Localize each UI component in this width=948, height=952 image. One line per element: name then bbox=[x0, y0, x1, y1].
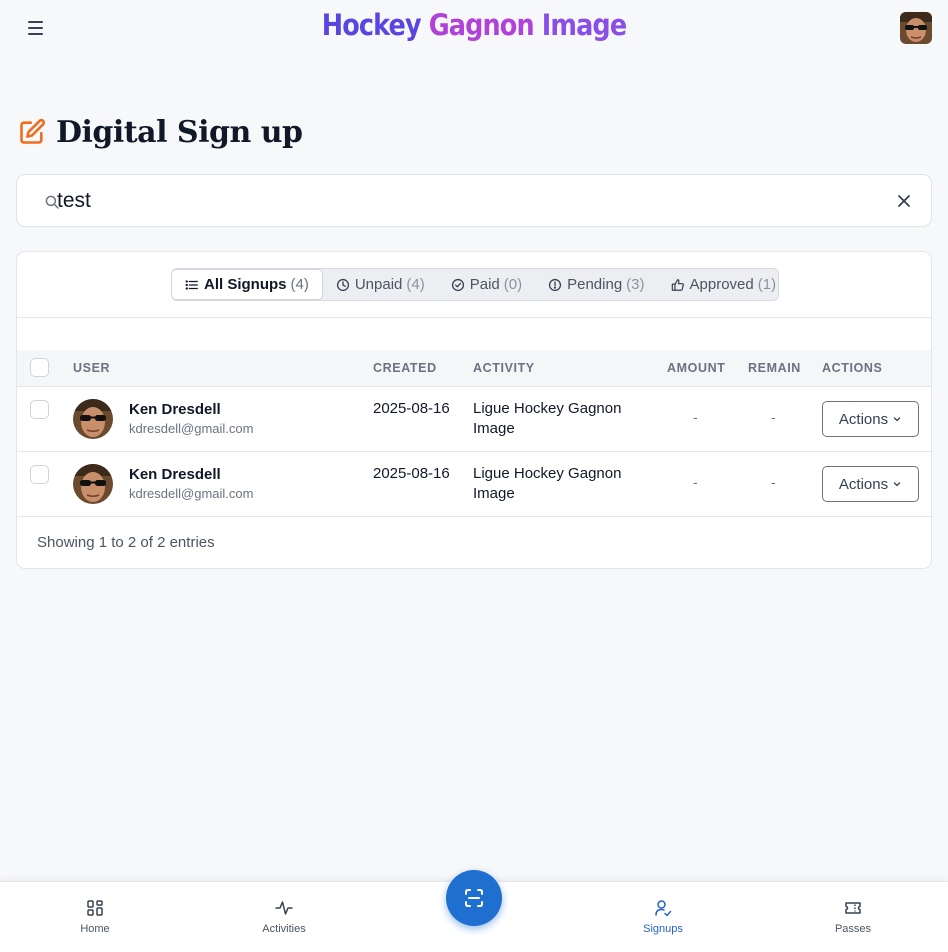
divider bbox=[17, 317, 931, 318]
clear-search-icon[interactable] bbox=[896, 193, 912, 209]
user-check-icon bbox=[655, 900, 672, 917]
nav-label: Activities bbox=[262, 923, 306, 935]
tab-label: Unpaid bbox=[354, 276, 403, 293]
actions-button-label: Actions bbox=[838, 475, 889, 493]
column-header-actions: ACTIONS bbox=[822, 361, 883, 375]
column-header-activity: ACTIVITY bbox=[473, 361, 535, 375]
tab-label: Pending bbox=[567, 276, 623, 293]
nav-label: Passes bbox=[834, 923, 872, 935]
tab-count: (0) bbox=[503, 276, 523, 293]
chevron-down-icon bbox=[893, 417, 901, 422]
column-header-amount: AMOUNT bbox=[667, 361, 726, 375]
chevron-down-icon bbox=[893, 482, 901, 487]
scan-icon bbox=[465, 889, 483, 907]
tab-all-signups[interactable]: All Signups (4) bbox=[171, 269, 323, 300]
tab-count: (1) bbox=[757, 276, 777, 293]
table-row: Ken Dresdell kdresdell@gmail.com 2025-08… bbox=[17, 387, 931, 452]
app-title[interactable]: Hockey Gagnon Image bbox=[57, 8, 891, 42]
hamburger-menu-icon[interactable] bbox=[24, 18, 48, 38]
created-date: 2025-08-16 bbox=[373, 400, 450, 417]
tab-label: Paid bbox=[469, 276, 500, 293]
check-circle-icon bbox=[451, 278, 464, 291]
clock-icon bbox=[336, 278, 349, 291]
user-email: kdresdell@gmail.com bbox=[129, 486, 254, 501]
ticket-icon bbox=[845, 902, 861, 914]
activity-name: Ligue Hockey Gagnon Image bbox=[473, 465, 622, 502]
amount-value: - bbox=[693, 474, 698, 490]
tab-unpaid[interactable]: Unpaid (4) bbox=[323, 269, 438, 300]
tab-label: All Signups bbox=[204, 276, 287, 293]
actions-button-label: Actions bbox=[838, 410, 889, 428]
row-checkbox[interactable] bbox=[30, 465, 49, 484]
page-title: Digital Sign up bbox=[56, 114, 303, 150]
app-title-part-2: Gagnon bbox=[428, 8, 542, 42]
tab-paid[interactable]: Paid (0) bbox=[438, 269, 535, 300]
tab-count: (4) bbox=[406, 276, 425, 293]
signups-card: All Signups (4) Unpaid (4) Paid (0) Pending… bbox=[16, 251, 932, 569]
column-header-user: USER bbox=[73, 361, 111, 375]
avatar bbox=[73, 464, 113, 504]
tab-pending[interactable]: Pending (3) bbox=[535, 269, 657, 300]
nav-home[interactable]: Home bbox=[55, 898, 135, 935]
column-header-created: CREATED bbox=[373, 361, 437, 375]
tab-count: (4) bbox=[290, 276, 309, 293]
created-date: 2025-08-16 bbox=[373, 465, 450, 482]
row-checkbox[interactable] bbox=[30, 400, 49, 419]
app-title-part-3: Image bbox=[541, 8, 627, 42]
nav-label: Home bbox=[80, 923, 110, 935]
top-bar: Hockey Gagnon Image bbox=[0, 0, 948, 56]
tab-label: Approved bbox=[689, 276, 754, 293]
dashboard-icon bbox=[87, 900, 103, 916]
table-header: USER CREATED ACTIVITY AMOUNT REMAIN ACTI… bbox=[17, 350, 931, 387]
activity-pulse-icon bbox=[275, 901, 293, 915]
app-title-part-1: Hockey bbox=[321, 8, 429, 42]
remain-value: - bbox=[771, 409, 776, 425]
edit-icon bbox=[20, 118, 46, 144]
search-box bbox=[16, 174, 932, 227]
avatar bbox=[73, 399, 113, 439]
actions-dropdown-button[interactable]: Actions bbox=[822, 466, 919, 502]
alert-circle-icon bbox=[549, 278, 562, 291]
user-email: kdresdell@gmail.com bbox=[129, 421, 254, 436]
nav-signups[interactable]: Signups bbox=[623, 898, 703, 935]
scan-button[interactable] bbox=[446, 870, 502, 926]
tab-approved[interactable]: Approved (1) bbox=[658, 269, 790, 300]
thumbs-up-icon bbox=[671, 278, 684, 291]
page-heading: Digital Sign up bbox=[18, 112, 303, 152]
user-name: Ken Dresdell bbox=[129, 466, 221, 483]
nav-activities[interactable]: Activities bbox=[244, 898, 324, 935]
pagination-info: Showing 1 to 2 of 2 entries bbox=[37, 534, 215, 551]
table-row: Ken Dresdell kdresdell@gmail.com 2025-08… bbox=[17, 452, 931, 517]
column-header-remain: REMAIN bbox=[748, 361, 801, 375]
tab-count: (3) bbox=[626, 276, 645, 293]
activity-name: Ligue Hockey Gagnon Image bbox=[473, 400, 622, 437]
user-avatar[interactable] bbox=[900, 12, 932, 44]
user-name: Ken Dresdell bbox=[129, 401, 221, 418]
nav-passes[interactable]: Passes bbox=[813, 898, 893, 935]
list-icon bbox=[185, 279, 198, 290]
select-all-checkbox[interactable] bbox=[30, 358, 49, 377]
status-tabs: All Signups (4) Unpaid (4) Paid (0) Pending… bbox=[171, 268, 779, 301]
amount-value: - bbox=[693, 409, 698, 425]
remain-value: - bbox=[771, 474, 776, 490]
search-input[interactable] bbox=[57, 185, 877, 217]
nav-label: Signups bbox=[643, 923, 683, 935]
actions-dropdown-button[interactable]: Actions bbox=[822, 401, 919, 437]
